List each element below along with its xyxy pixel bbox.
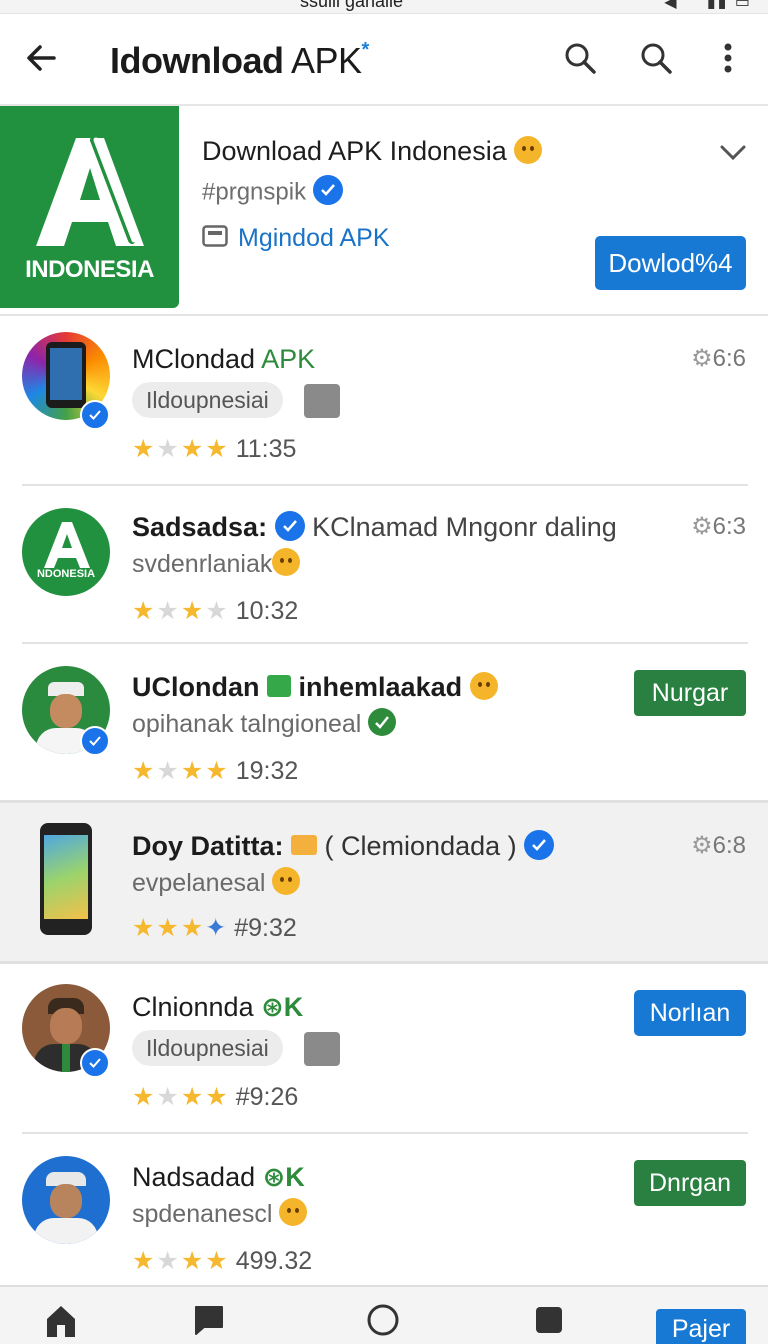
green-square-icon: [267, 674, 292, 697]
item-meta: ⚙6:3: [691, 513, 746, 540]
item-title: Clnionnda ⊛K: [132, 992, 304, 1022]
letter-a-logo-icon: [36, 136, 144, 246]
emoji-face-icon: [279, 1198, 308, 1227]
gear-icon: ⚙: [691, 832, 713, 859]
rating-stars: ★★★★ 499.32: [132, 1247, 313, 1275]
item-subtitle: spdenanescl: [132, 1198, 308, 1229]
mail-icon: [291, 834, 318, 855]
featured-title: Download APK Indonesia: [202, 135, 543, 167]
emoji-face-icon: [514, 135, 543, 164]
status-icons: ◀ ⌃ ▮▮ ▭: [664, 0, 752, 11]
list-item[interactable]: Clnionnda ⊛K Ildoupnesiai ★★★★ #9:26 Norl…: [0, 966, 768, 1132]
chat-icon[interactable]: [192, 1303, 226, 1337]
download-button[interactable]: Dowlod%4: [595, 236, 746, 290]
rating-stars: ★★★✦ #9:32: [132, 914, 297, 942]
tag-chip[interactable]: Ildoupnesiai: [132, 1030, 283, 1066]
list-item[interactable]: UClondan inhemlaakad opihanak talngionea…: [0, 644, 768, 800]
circle-home-icon[interactable]: [366, 1303, 400, 1337]
list-item[interactable]: MClondad APK Ildoupnesiai ★★★★ 11:35 ⚙6:6: [0, 318, 768, 484]
item-title: Sadsadsa: KClnamad Mngonr daling: [132, 510, 617, 542]
page-button[interactable]: Pajer: [656, 1309, 746, 1344]
list-item[interactable]: Nadsadad ⊛K spdenanescl ★★★★ 499.32 Dnrga…: [0, 1134, 768, 1284]
page-title: Idownload APK*: [110, 39, 369, 81]
verified-badge-icon: [312, 175, 343, 205]
apk-badge: ⊛K: [261, 992, 304, 1022]
app-thumbnail: [40, 823, 92, 935]
more-vert-icon[interactable]: [710, 40, 746, 76]
home-icon[interactable]: [44, 1303, 78, 1337]
edit-icon[interactable]: [304, 1032, 340, 1066]
item-meta: ⚙6:8: [691, 832, 746, 859]
item-title: MClondad APK: [132, 344, 316, 374]
item-subtitle: evpelanesal: [132, 867, 301, 898]
featured-handle: #prgnspik: [202, 175, 343, 208]
emoji-face-icon: [469, 671, 498, 700]
item-title: Nadsadad ⊛K: [132, 1162, 305, 1192]
item-subtitle: svdenrlaniak: [132, 548, 301, 579]
gear-icon: ⚙: [691, 345, 713, 372]
rating-stars: ★★★★ #9:26: [132, 1083, 299, 1111]
emoji-face-icon: [272, 548, 301, 577]
item-action-button[interactable]: Nurgar: [634, 670, 746, 716]
developer-icon: [202, 225, 228, 247]
rating-stars: ★★★★ 10:32: [132, 597, 299, 625]
item-action-button[interactable]: Norlıan: [634, 990, 746, 1036]
rating-stars: ★★★★ 19:32: [132, 757, 299, 785]
status-bar: ssulli ganalie ◀ ⌃ ▮▮ ▭: [0, 0, 768, 14]
square-recent-icon[interactable]: [532, 1303, 566, 1337]
verified-check-icon: [80, 1048, 110, 1078]
emoji-face-icon: [272, 867, 301, 896]
user-avatar: [22, 1156, 110, 1244]
list-item[interactable]: NDONESIA Sadsadsa: KClnamad Mngonr dalin…: [0, 486, 768, 642]
featured-app-card[interactable]: INDONESIA Download APK Indonesia #prgnsp…: [0, 106, 768, 316]
app-avatar: NDONESIA: [22, 508, 110, 596]
verified-badge-icon: [524, 829, 555, 860]
check-circle-icon: [368, 708, 397, 737]
logo-text: INDONESIA: [25, 256, 154, 283]
bottom-nav: Pajer: [0, 1285, 768, 1344]
item-meta: ⚙6:6: [691, 345, 746, 372]
rating-stars: ★★★★ 11:35: [132, 435, 297, 463]
item-title: Doy Datitta: ( Clemiondada ): [132, 829, 555, 863]
carrier-text: ssulli ganalie: [300, 0, 404, 11]
chevron-down-icon[interactable]: [718, 140, 748, 164]
verified-badge-icon: [274, 510, 305, 541]
item-action-button[interactable]: Dnrgan: [634, 1160, 746, 1206]
list-item[interactable]: Doy Datitta: ( Clemiondada ) evpelanesal…: [0, 800, 768, 964]
app-bar: Idownload APK*: [0, 14, 768, 106]
item-title: UClondan inhemlaakad: [132, 671, 498, 703]
app-logo: INDONESIA: [0, 106, 179, 308]
verified-check-icon: [80, 400, 110, 430]
gear-icon: ⚙: [691, 513, 713, 540]
verified-check-icon: [80, 726, 110, 756]
tag-chip[interactable]: Ildoupnesiai: [132, 382, 283, 418]
item-subtitle: opihanak talngioneal: [132, 708, 397, 739]
search-icon[interactable]: [562, 40, 598, 76]
letter-a-logo-icon: [44, 522, 90, 568]
developer-link[interactable]: Mgindod APK: [238, 224, 390, 253]
search-icon-secondary[interactable]: [638, 40, 674, 76]
edit-icon[interactable]: [304, 384, 340, 418]
apk-badge: ⊛K: [262, 1162, 305, 1192]
back-arrow-icon[interactable]: [24, 40, 60, 76]
